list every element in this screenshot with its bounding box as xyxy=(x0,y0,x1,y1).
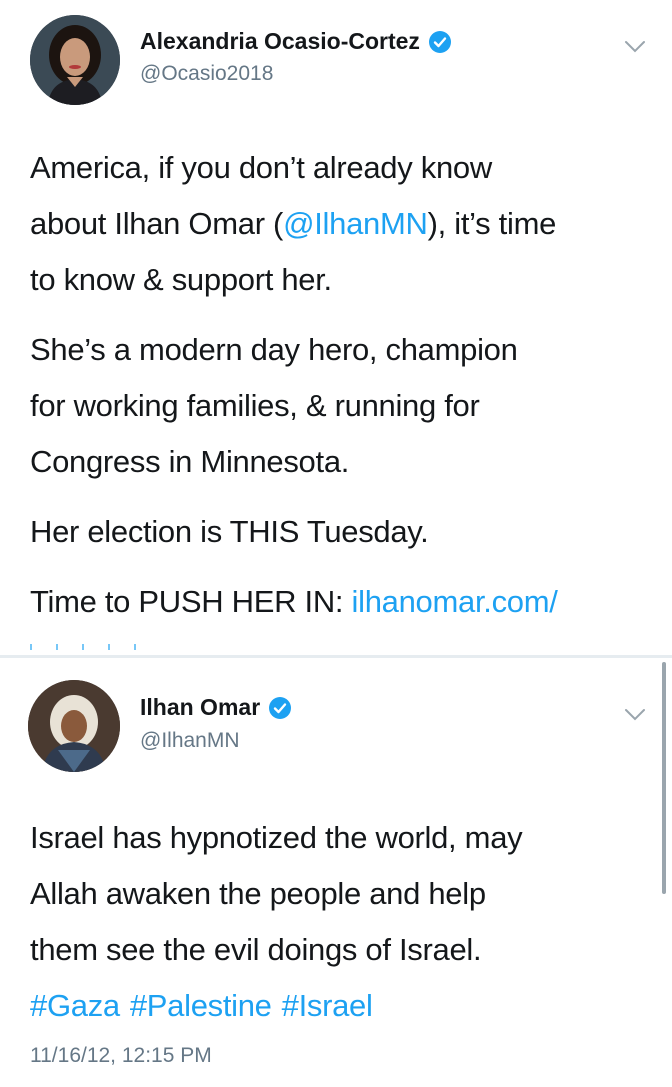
text-line: Her election is THIS Tuesday. xyxy=(30,514,429,549)
profile-photo-icon xyxy=(30,15,120,105)
profile-photo-icon xyxy=(28,680,120,772)
website-link[interactable]: ilhanomar.com/ xyxy=(352,584,558,619)
text-line: to know & support her. xyxy=(30,262,332,297)
text-line: them see the evil doings of Israel. xyxy=(30,932,482,967)
hashtag-link[interactable]: #Israel xyxy=(282,988,373,1023)
tweet-ocasio: Alexandria Ocasio-Cortez @Ocasio2018 Ame… xyxy=(0,0,672,655)
paragraph: Time to PUSH HER IN: ilhanomar.com/ xyxy=(30,574,660,630)
text-line: She’s a modern day hero, champion xyxy=(30,332,518,367)
user-handle[interactable]: @IlhanMN xyxy=(140,729,240,753)
tweet-timestamp[interactable]: 11/16/12, 12:15 PM xyxy=(30,1044,212,1068)
text-line: Allah awaken the people and help xyxy=(30,876,486,911)
hashtag-link[interactable]: #Gaza xyxy=(30,988,120,1023)
paragraph: Her election is THIS Tuesday. xyxy=(30,504,660,560)
avatar[interactable] xyxy=(28,680,120,772)
display-name-row[interactable]: Ilhan Omar xyxy=(140,694,292,721)
mention-link[interactable]: @IlhanMN xyxy=(283,206,428,241)
chevron-down-icon[interactable] xyxy=(624,708,646,722)
tweet-text: Israel has hypnotized the world, may All… xyxy=(30,810,660,1034)
verified-badge-icon xyxy=(428,30,451,53)
text-fragment: about Ilhan Omar ( xyxy=(30,206,284,241)
avatar[interactable] xyxy=(30,15,120,105)
hashtag-link[interactable]: #Palestine xyxy=(130,988,272,1023)
display-name-row[interactable]: Alexandria Ocasio-Cortez xyxy=(140,28,452,55)
tweet-text: America, if you don’t already know about… xyxy=(30,140,660,644)
text-line: about Ilhan Omar (@IlhanMN), it’s time xyxy=(30,196,660,252)
text-line: Time to PUSH HER IN: ilhanomar.com/ xyxy=(30,574,660,630)
display-name[interactable]: Alexandria Ocasio-Cortez xyxy=(140,28,420,55)
text-fragment: ), it’s time xyxy=(427,206,557,241)
text-line: Israel has hypnotized the world, may xyxy=(30,820,523,855)
user-handle[interactable]: @Ocasio2018 xyxy=(140,62,273,86)
paragraph: America, if you don’t already know about… xyxy=(30,140,660,308)
scrollbar[interactable] xyxy=(662,662,666,894)
text-line: America, if you don’t already know xyxy=(30,150,492,185)
text-line: for working families, & running for xyxy=(30,388,480,423)
chevron-down-icon[interactable] xyxy=(624,40,646,54)
hashtag-line: #Gaza #Palestine #Israel xyxy=(30,978,660,1034)
tweet-omar: Ilhan Omar @IlhanMN Israel has hypnotize… xyxy=(0,658,672,1087)
text-line: Congress in Minnesota. xyxy=(30,444,350,479)
verified-badge-icon xyxy=(269,696,292,719)
text-fragment: Time to PUSH HER IN: xyxy=(30,584,352,619)
truncated-link-fragment xyxy=(30,644,160,650)
paragraph: Israel has hypnotized the world, may All… xyxy=(30,810,660,1034)
paragraph: She’s a modern day hero, champion for wo… xyxy=(30,322,660,490)
display-name[interactable]: Ilhan Omar xyxy=(140,694,260,721)
